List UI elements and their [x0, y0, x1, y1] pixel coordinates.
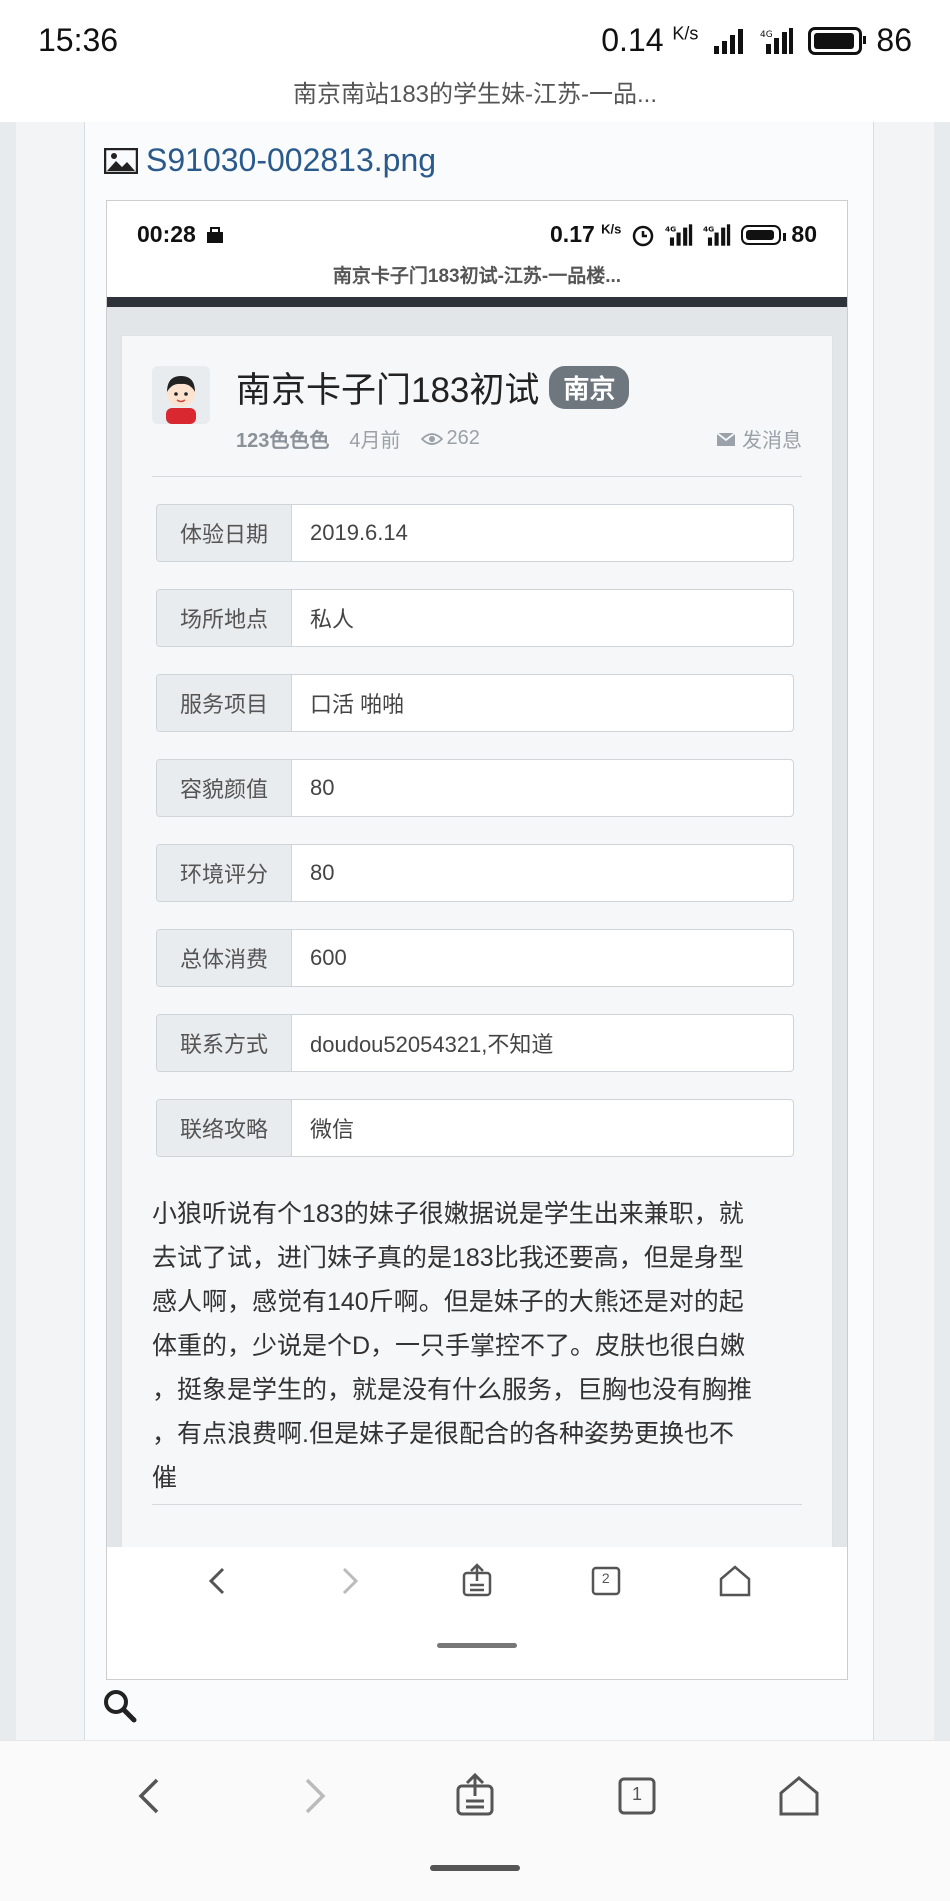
eye-icon	[420, 432, 443, 445]
inner-network-speed: 0.17 K/s	[550, 221, 622, 247]
svg-text:4G: 4G	[703, 224, 714, 233]
field-label: 体验日期	[157, 505, 292, 561]
info-fields: 体验日期 2019.6.14 场所地点 私人 服务项目 口活 啪啪 容貌颜值 80 环境…	[156, 504, 794, 1184]
image-icon	[104, 147, 138, 174]
author-name[interactable]: 123色色色	[236, 424, 329, 453]
post-title-text: 南京卡子门183初试	[236, 371, 540, 410]
svg-text:4G: 4G	[665, 224, 676, 233]
send-message-label[interactable]: 发消息	[742, 424, 802, 453]
field-row: 联系方式 doudou52054321,不知道	[156, 1014, 794, 1072]
left-gutter	[16, 122, 84, 1740]
inner-status-bar: 00:28 0.17 K/s 4G 4G 80 南京卡子门183初试-江苏-一品…	[107, 201, 847, 299]
post-body-line: 体重的，少说是个D，一只手掌控不了。皮肤也很白嫩	[152, 1332, 746, 1360]
field-value: doudou52054321,不知道	[310, 1032, 554, 1057]
city-badge[interactable]: 南京	[549, 366, 630, 409]
inner-status-time: 00:28	[137, 221, 224, 248]
post-body-line: ，挺象是学生的，就是没有什么服务，巨胸也没有胸推	[152, 1376, 753, 1404]
status-time: 15:36	[38, 22, 119, 58]
gesture-bar	[430, 1865, 520, 1871]
divider	[152, 1504, 802, 1505]
field-row: 容貌颜值 80	[156, 759, 794, 817]
status-bar: 15:36 0.14 K/s 4G 86 南京南站183的学生妹-江苏-一品..…	[0, 0, 950, 108]
field-row: 场所地点 私人	[156, 589, 794, 647]
post-body-line: 催	[152, 1464, 178, 1492]
share-icon[interactable]	[457, 1561, 497, 1601]
gesture-bar	[437, 1643, 517, 1648]
post-body-line: 去试了试，进门妹子真的是183比我还要高，但是身型	[152, 1244, 744, 1272]
field-label: 场所地点	[157, 590, 292, 646]
post-card: 南京卡子门183初试 南京 123色色色 4月前 262 发消息 体验日期 201…	[121, 335, 833, 1637]
attachment-filename[interactable]: S91030-002813.png	[146, 142, 436, 179]
divider	[152, 476, 802, 477]
battery-icon	[741, 224, 787, 245]
post-body: 小狼听说有个183的妹子很嫩据说是学生出来兼职，就 去试了试，进门妹子真的是18…	[152, 1192, 812, 1500]
home-icon[interactable]	[774, 1771, 824, 1821]
field-label: 服务项目	[157, 675, 292, 731]
field-label: 联系方式	[157, 1015, 292, 1071]
browser-nav-bar: 1	[0, 1740, 950, 1901]
home-icon[interactable]	[715, 1561, 755, 1601]
field-value: 微信	[310, 1117, 355, 1142]
field-value: 80	[310, 860, 335, 885]
field-row: 联络攻略 微信	[156, 1099, 794, 1157]
network-speed: 0.14 K/s	[601, 22, 699, 58]
field-value: 600	[310, 945, 347, 970]
field-label: 联络攻略	[157, 1100, 292, 1156]
battery-level: 86	[876, 22, 912, 58]
tabs-button[interactable]: 1	[612, 1771, 662, 1821]
field-value: 80	[310, 775, 335, 800]
post-body-line: ，有点浪费啊.但是妹子是很配合的各种姿势更换也不	[152, 1420, 734, 1448]
signal-icon	[714, 28, 744, 54]
embedded-screenshot: 00:28 0.17 K/s 4G 4G 80 南京卡子门183初试-江苏-一品…	[106, 200, 848, 1680]
search-icon[interactable]	[102, 1688, 138, 1724]
briefcase-icon	[206, 226, 223, 243]
signal-4g-icon: 4G	[703, 223, 731, 246]
inner-page-title: 南京卡子门183初试-江苏-一品楼...	[332, 266, 622, 287]
battery-icon	[808, 26, 867, 55]
field-row: 服务项目 口活 啪啪	[156, 674, 794, 732]
post-time: 4月前	[349, 430, 401, 452]
back-icon[interactable]	[199, 1561, 239, 1601]
signal-4g-icon: 4G	[760, 27, 794, 54]
post-body-line: 感人啊，感觉有140斤啊。但是妹子的大熊还是对的起	[152, 1288, 744, 1316]
forward-icon[interactable]	[328, 1561, 368, 1601]
field-value: 2019.6.14	[310, 520, 408, 545]
inner-status-indicators: 0.17 K/s 4G 4G 80	[550, 221, 817, 248]
inner-battery-level: 80	[791, 221, 817, 247]
avatar-image	[152, 366, 210, 424]
post-meta: 123色色色 4月前 262	[236, 424, 480, 453]
svg-text:4G: 4G	[760, 30, 773, 40]
post-body-line: 小狼听说有个183的妹子很嫩据说是学生出来兼职，就	[152, 1200, 744, 1228]
field-row: 总体消费 600	[156, 929, 794, 987]
send-message-button[interactable]: 发消息	[716, 424, 802, 453]
field-label: 总体消费	[157, 930, 292, 986]
tabs-button[interactable]: 2	[586, 1561, 626, 1601]
field-label: 容貌颜值	[157, 760, 292, 816]
alarm-icon	[633, 225, 654, 246]
page-title: 南京南站183的学生妹-江苏-一品...	[292, 81, 658, 108]
status-indicators: 0.14 K/s 4G 86	[601, 22, 912, 59]
right-gutter	[872, 122, 934, 1740]
inner-browser-nav: 2	[107, 1547, 847, 1679]
view-count-value: 262	[446, 427, 480, 449]
avatar[interactable]	[152, 366, 210, 424]
view-count: 262	[420, 427, 480, 450]
back-icon[interactable]	[126, 1771, 176, 1821]
tabs-count: 1	[631, 1784, 642, 1804]
field-row: 环境评分 80	[156, 844, 794, 902]
forward-icon[interactable]	[288, 1771, 338, 1821]
tabs-count: 2	[601, 1570, 610, 1586]
signal-4g-icon: 4G	[665, 223, 693, 246]
inner-header-bar	[107, 297, 847, 307]
envelope-icon	[716, 431, 736, 446]
field-value: 私人	[310, 607, 355, 632]
field-value: 口活 啪啪	[310, 692, 405, 717]
attachment-link[interactable]: S91030-002813.png	[104, 142, 436, 179]
field-row: 体验日期 2019.6.14	[156, 504, 794, 562]
field-label: 环境评分	[157, 845, 292, 901]
post-title: 南京卡子门183初试 南京	[236, 362, 630, 413]
share-icon[interactable]	[450, 1771, 500, 1821]
